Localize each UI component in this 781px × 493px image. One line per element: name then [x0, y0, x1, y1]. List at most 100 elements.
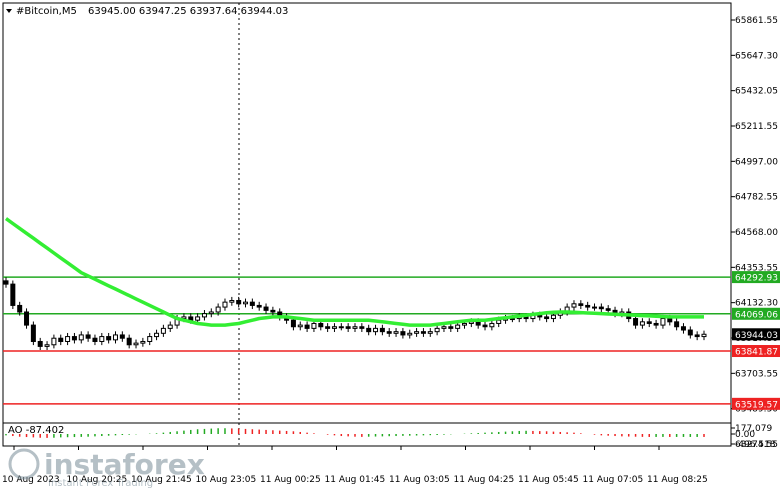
- candle-body: [674, 321, 680, 328]
- candle-body: [386, 331, 392, 334]
- candle-body: [243, 301, 249, 305]
- candle-body: [160, 327, 166, 334]
- candle-body: [44, 344, 50, 347]
- plot-frame: [2, 2, 732, 447]
- candle-body: [578, 303, 584, 306]
- candle-body: [571, 303, 577, 308]
- candle-body: [680, 326, 686, 331]
- candle-body: [605, 308, 611, 311]
- ao-indicator-label: AO -87.402: [8, 425, 64, 436]
- price-tick-label: 65211.55: [735, 122, 778, 132]
- candle-body: [167, 324, 173, 329]
- candle-body: [592, 306, 598, 309]
- price-tick-label: 64782.55: [735, 193, 778, 203]
- candle-body: [434, 327, 440, 333]
- symbol-label: #Bitcoin,M5: [16, 6, 77, 17]
- candle-body: [249, 301, 255, 306]
- logo-ring-icon: [8, 448, 40, 480]
- candle-body: [65, 336, 71, 342]
- candle-body: [585, 304, 591, 308]
- candle-body: [653, 322, 659, 326]
- candle-body: [195, 316, 201, 321]
- candle-body: [694, 334, 700, 338]
- candle-body: [256, 304, 262, 308]
- price-tick-label: 64997.00: [735, 157, 778, 167]
- time-tick-label: 11 Aug 08:25: [647, 475, 708, 485]
- price-tick-label: 64132.30: [735, 299, 778, 309]
- resistance-level-label: 64292.93: [735, 274, 778, 284]
- candle-body: [270, 309, 276, 313]
- candle-body: [414, 331, 420, 334]
- price-tick-label: 63703.55: [735, 369, 778, 379]
- candle-body: [71, 336, 77, 341]
- candle-body: [17, 304, 23, 313]
- price-tick-label: 65432.05: [735, 87, 778, 97]
- candle-body: [400, 331, 406, 336]
- candle-body: [140, 340, 146, 344]
- time-tick-label: 11 Aug 07:05: [583, 475, 644, 485]
- candle-body: [236, 300, 242, 305]
- candle-body: [112, 334, 118, 341]
- candle-body: [455, 324, 461, 329]
- candle-body: [701, 333, 707, 338]
- candle-body: [352, 326, 358, 329]
- candle-body: [496, 319, 502, 324]
- candle-body: [311, 322, 317, 329]
- candle-body: [345, 326, 351, 329]
- price-tick-label: 65647.30: [735, 51, 778, 61]
- candle-body: [215, 306, 221, 313]
- resistance-level-label: 64069.06: [735, 310, 778, 320]
- watermark-brand: instaforex: [44, 448, 205, 481]
- candle-body: [119, 334, 125, 339]
- candle-body: [229, 300, 235, 303]
- candle-body: [51, 337, 57, 346]
- candle-body: [633, 318, 639, 326]
- candle-body: [24, 311, 30, 326]
- candle-body: [297, 324, 303, 328]
- dropdown-arrow-icon[interactable]: [6, 9, 12, 13]
- candle-body: [441, 326, 447, 329]
- candle-body: [92, 337, 98, 342]
- candle-body: [37, 340, 43, 347]
- candle-body: [3, 280, 9, 285]
- candle-body: [338, 326, 344, 329]
- time-tick-label: 11 Aug 05:45: [518, 475, 579, 485]
- candle-body: [420, 331, 426, 334]
- candle-body: [208, 311, 214, 315]
- candle-body: [660, 318, 666, 326]
- current-price-label: 63944.03: [735, 331, 778, 341]
- ao-tick-label: -496.518: [735, 440, 776, 450]
- candle-body: [598, 306, 604, 310]
- support-level-label: 63841.87: [735, 348, 778, 358]
- candle-body: [373, 327, 379, 333]
- candle-body: [147, 336, 153, 342]
- candle-body: [99, 336, 105, 342]
- candle-body: [85, 334, 91, 339]
- candle-body: [318, 322, 324, 328]
- candle-body: [461, 322, 467, 326]
- candle-body: [359, 326, 365, 329]
- candle-body: [475, 321, 481, 326]
- ohlc-label: 63945.00 63947.25 63937.64 63944.03: [88, 6, 288, 17]
- candle-body: [10, 283, 16, 306]
- candle-body: [550, 314, 556, 320]
- candle-body: [544, 316, 550, 320]
- time-tick-label: 11 Aug 00:25: [260, 475, 321, 485]
- candle-body: [126, 337, 132, 346]
- candle-body: [366, 327, 372, 333]
- candle-body: [646, 321, 652, 324]
- candle-body: [290, 319, 296, 328]
- price-tick-label: 64568.00: [735, 228, 778, 238]
- candle-body: [379, 327, 385, 333]
- chart-root: 65861.55 65647.30 65432.05 65211.55 64997.00…: [0, 0, 781, 489]
- candle-body: [304, 324, 310, 329]
- candle-body: [407, 332, 413, 336]
- candle-body: [331, 326, 337, 329]
- candle-body: [482, 324, 488, 328]
- candle-body: [393, 331, 399, 334]
- candle-body: [427, 331, 433, 334]
- watermark-tagline: Instant Forex Trading: [48, 478, 153, 489]
- candle-body: [78, 334, 84, 341]
- candle-body: [325, 326, 331, 329]
- price-tick-label: 65861.55: [735, 16, 778, 26]
